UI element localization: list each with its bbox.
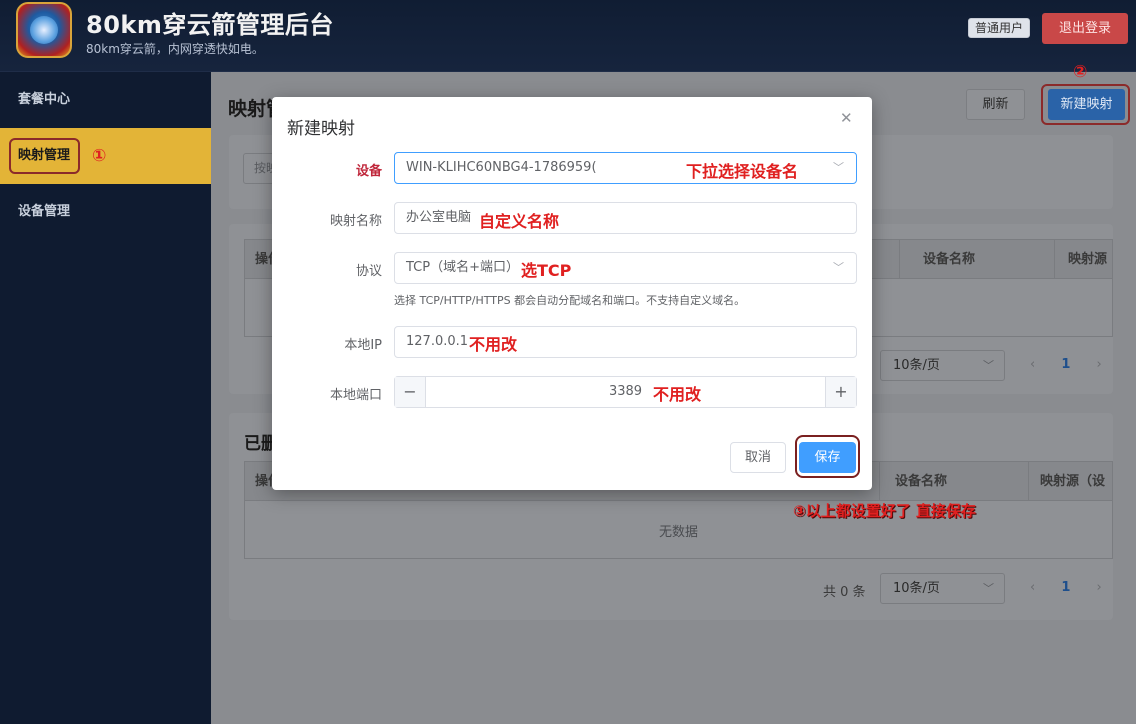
local-port-value[interactable]: 3389	[426, 377, 825, 407]
increment-button[interactable]: +	[825, 377, 856, 407]
page-size-value: 10条/页	[893, 358, 940, 373]
protocol-select[interactable]: TCP（域名+端口） ﹀	[394, 252, 857, 284]
app-title: 80km穿云箭管理后台	[86, 11, 334, 39]
column-divider	[1028, 462, 1029, 502]
user-role-badge: 普通用户	[968, 18, 1031, 38]
protocol-select-value: TCP（域名+端口）	[406, 260, 519, 275]
annotation-protocol: 选TCP	[521, 261, 572, 280]
chevron-down-icon: ﹀	[983, 582, 994, 595]
pagination: ‹ 1 ›	[1030, 580, 1102, 595]
decrement-button[interactable]: −	[395, 377, 426, 407]
chevron-down-icon: ﹀	[983, 359, 994, 372]
sidebar-item-plans[interactable]: 套餐中心	[0, 72, 211, 128]
annotation-local-port: 不用改	[653, 385, 702, 404]
total-count: 共 0 条	[823, 585, 866, 600]
annotation-step-3: ③以上都设置好了 直接保存	[793, 502, 976, 520]
app-subtitle: 80km穿云箭，内网穿透快如电。	[86, 42, 264, 56]
page-size-value: 10条/页	[893, 581, 940, 596]
annotation-device: 下拉选择设备名	[686, 162, 799, 181]
page-number[interactable]: 1	[1061, 357, 1070, 372]
mapping-name-input[interactable]: 办公室电脑	[394, 202, 857, 234]
next-page-icon[interactable]: ›	[1097, 580, 1102, 595]
annotation-local-ip: 不用改	[469, 335, 518, 354]
sidebar: 套餐中心 映射管理 设备管理 ①	[0, 72, 211, 724]
local-port-stepper: − 3389 +	[394, 376, 857, 408]
mapping-name-label: 映射名称	[329, 214, 382, 229]
cancel-button[interactable]: 取消	[730, 442, 786, 473]
chevron-down-icon: ﹀	[833, 261, 844, 274]
highlight-box-new-mapping	[1041, 84, 1130, 125]
column-header-device-name: 设备名称	[923, 252, 976, 267]
close-icon[interactable]: ✕	[840, 109, 853, 127]
page-size-select[interactable]: 10条/页 ﹀	[880, 573, 1005, 604]
new-mapping-dialog: 新建映射 ✕ 设备 WIN-KLIHC60NBG4-1786959( ﹀ 下拉选…	[272, 97, 872, 490]
device-label: 设备	[355, 164, 382, 179]
chevron-down-icon: ﹀	[833, 161, 844, 174]
sidebar-item-label: 套餐中心	[18, 92, 71, 107]
local-ip-input[interactable]: 127.0.0.1	[394, 326, 857, 358]
column-header-mapping-source: 映射源	[1068, 252, 1108, 267]
device-select-value: WIN-KLIHC60NBG4-1786959(	[406, 160, 597, 175]
sidebar-item-devices[interactable]: 设备管理	[0, 184, 211, 240]
annotation-step-1: ①	[92, 146, 107, 166]
dialog-title: 新建映射	[287, 119, 355, 139]
column-divider	[879, 462, 880, 502]
local-port-label: 本地端口	[329, 388, 382, 403]
local-ip-value: 127.0.0.1	[406, 334, 469, 349]
prev-page-icon[interactable]: ‹	[1030, 580, 1035, 595]
protocol-help-text: 选择 TCP/HTTP/HTTPS 都会自动分配域名和端口。不支持自定义域名。	[394, 294, 746, 307]
column-divider	[899, 240, 900, 280]
save-button[interactable]: 保存	[799, 442, 856, 473]
next-page-icon[interactable]: ›	[1097, 357, 1102, 372]
annotation-step-2: ②	[1073, 62, 1088, 82]
pagination: ‹ 1 ›	[1030, 357, 1102, 372]
page-size-select[interactable]: 10条/页 ﹀	[880, 350, 1005, 381]
column-header-device-name: 设备名称	[895, 474, 948, 489]
empty-state-text: 无数据	[658, 525, 698, 540]
mapping-name-value: 办公室电脑	[406, 210, 472, 225]
logo-emblem	[30, 16, 58, 44]
local-ip-label: 本地IP	[344, 338, 382, 353]
prev-page-icon[interactable]: ‹	[1030, 357, 1035, 372]
app-header: 80km穿云箭管理后台 80km穿云箭，内网穿透快如电。 普通用户 退出登录	[0, 0, 1136, 72]
protocol-label: 协议	[355, 264, 382, 279]
logout-button[interactable]: 退出登录	[1042, 13, 1128, 44]
sidebar-item-label: 设备管理	[18, 204, 71, 219]
table-body: 无数据	[244, 501, 1113, 559]
column-divider	[1054, 240, 1055, 280]
page-number[interactable]: 1	[1061, 580, 1070, 595]
app-logo	[16, 2, 72, 58]
annotation-name: 自定义名称	[479, 212, 560, 231]
highlight-box-mappings	[9, 138, 80, 174]
refresh-button[interactable]: 刷新	[966, 89, 1025, 120]
